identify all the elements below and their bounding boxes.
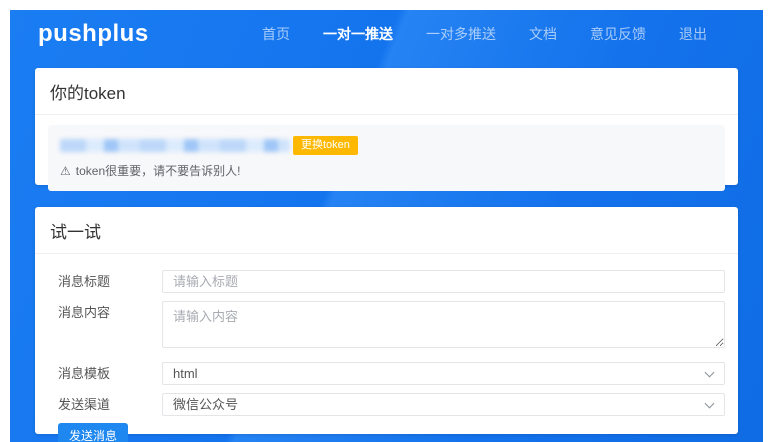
warning-triangle-icon: ⚠ [60,164,71,178]
try-it-card-title: 试一试 [35,207,738,253]
send-channel-label: 发送渠道 [48,393,162,416]
token-warning: ⚠ token很重要，请不要告诉别人! [60,162,713,179]
token-warning-text: token很重要，请不要告诉别人! [76,162,241,179]
send-message-form: 消息标题 消息内容 消息模板 html [35,254,738,442]
message-content-textarea[interactable] [162,301,725,348]
token-value-redacted [60,139,290,152]
main-nav: 首页 一对一推送 一对多推送 文档 意见反馈 退出 [262,24,707,44]
top-nav-bar: pushplus 首页 一对一推送 一对多推送 文档 意见反馈 退出 [10,10,763,58]
nav-item-docs[interactable]: 文档 [529,24,557,44]
message-title-input[interactable] [162,270,725,293]
message-content-label: 消息内容 [48,301,162,324]
nav-item-one-to-one-push[interactable]: 一对一推送 [323,24,393,44]
send-channel-select[interactable]: 微信公众号 [162,393,725,416]
form-row-channel: 发送渠道 微信公众号 [48,393,725,416]
form-row-title: 消息标题 [48,270,725,293]
form-row-content: 消息内容 [48,301,725,348]
message-template-label: 消息模板 [48,362,162,385]
message-template-select[interactable]: html [162,362,725,385]
message-title-label: 消息标题 [48,270,162,293]
divider [35,114,738,115]
token-card-title: 你的token [35,68,738,114]
nav-item-logout[interactable]: 退出 [679,24,707,44]
pushplus-logo: pushplus [38,20,149,48]
nav-item-one-to-many-push[interactable]: 一对多推送 [426,24,496,44]
nav-item-home[interactable]: 首页 [262,24,290,44]
form-row-template: 消息模板 html [48,362,725,385]
token-row: 更换token [60,136,713,155]
nav-item-feedback[interactable]: 意见反馈 [590,24,646,44]
page-background: pushplus 首页 一对一推送 一对多推送 文档 意见反馈 退出 你的tok… [10,10,763,442]
token-box: 更换token ⚠ token很重要，请不要告诉别人! [48,125,725,191]
send-message-button[interactable]: 发送消息 [58,423,128,442]
try-it-card: 试一试 消息标题 消息内容 消息模板 html [35,207,738,434]
token-card: 你的token 更换token ⚠ token很重要，请不要告诉别人! [35,68,738,185]
change-token-button[interactable]: 更换token [293,136,358,155]
